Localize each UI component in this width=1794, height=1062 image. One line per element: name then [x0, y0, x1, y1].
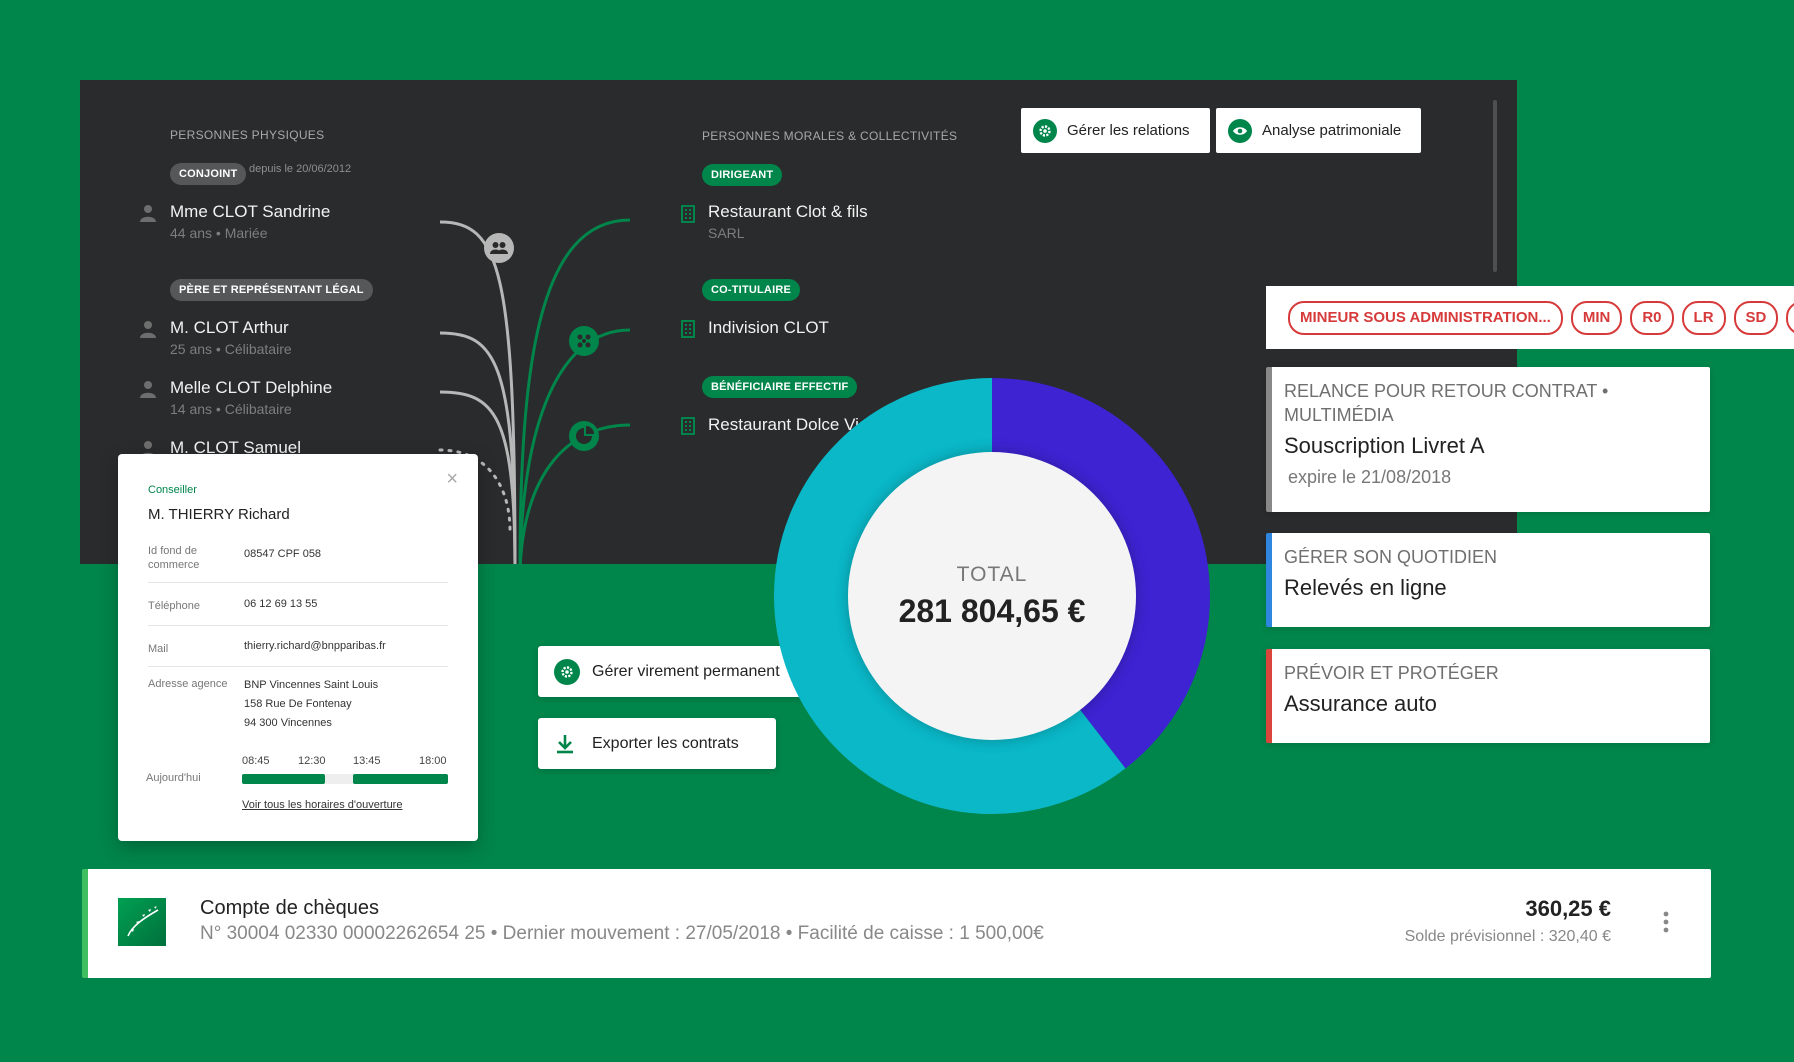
pie-icon	[569, 421, 599, 451]
person-name: M. CLOT Arthur	[170, 318, 289, 337]
note-card[interactable]: PRÉVOIR ET PROTÉGER Assurance auto	[1266, 649, 1710, 743]
fund-value: 08547 CPF 058	[244, 548, 322, 560]
person-details: 25 ans • Célibataire	[170, 341, 292, 357]
advisor-role: Conseiller	[148, 484, 197, 496]
moral-persons-title: PERSONNES MORALES & COLLECTIVITÉS	[702, 129, 958, 143]
more-options-icon[interactable]	[1663, 911, 1669, 933]
morning-slot	[242, 774, 325, 784]
entity-name: Indivision CLOT	[708, 318, 829, 337]
export-contracts-button[interactable]: Exporter les contrats	[538, 718, 776, 769]
person-icon	[140, 321, 156, 338]
building-icon	[681, 417, 695, 435]
entity-details: SARL	[708, 225, 745, 241]
wealth-analysis-label: Analyse patrimoniale	[1262, 122, 1402, 139]
hour-label: 08:45	[242, 755, 270, 767]
account-details: N° 30004 02330 00002262654 25 • Dernier …	[200, 923, 1044, 944]
group-icon	[569, 326, 599, 356]
eye-icon	[1228, 118, 1252, 143]
entity-item[interactable]: Restaurant Clot & fils SARL	[708, 202, 868, 241]
hour-label: 13:45	[353, 755, 381, 767]
donut-total-value: 281 804,65 €	[898, 592, 1086, 629]
note-category: PRÉVOIR ET PROTÉGER	[1284, 663, 1499, 683]
note-category: GÉRER SON QUOTIDIEN	[1284, 547, 1498, 567]
close-icon[interactable]: ×	[446, 468, 458, 491]
address-line: 158 Rue De Fontenay	[244, 698, 352, 710]
phone-row: Téléphone 06 12 69 13 55	[148, 584, 448, 626]
account-name: Compte de chèques	[200, 897, 380, 919]
note-card[interactable]: GÉRER SON QUOTIDIEN Relevés en ligne	[1266, 533, 1710, 627]
address-line: 94 300 Vincennes	[244, 717, 332, 729]
person-name: Mme CLOT Sandrine	[170, 202, 331, 221]
person-icon	[140, 381, 156, 398]
client-tag[interactable]: MIN	[1570, 300, 1623, 335]
account-row[interactable]: Compte de chèques N° 30004 02330 0000226…	[82, 869, 1711, 978]
building-icon	[681, 320, 695, 338]
note-title: Assurance auto	[1284, 691, 1437, 716]
advisor-name: M. THIERRY Richard	[148, 506, 290, 523]
note-title: Souscription Livret A	[1284, 433, 1485, 458]
address-label: Adresse agence	[148, 678, 228, 690]
physical-persons-title: PERSONNES PHYSIQUES	[170, 128, 325, 142]
person-child[interactable]: M. CLOT Arthur 25 ans • Célibataire	[170, 318, 292, 357]
client-tag[interactable]: RI	[1786, 300, 1794, 335]
spouse-badge: CONJOINT	[170, 163, 247, 185]
mail-label: Mail	[148, 643, 169, 655]
client-tag[interactable]: MINEUR SOUS ADMINISTRATION...	[1288, 300, 1563, 335]
manage-transfer-label: Gérer virement permanent	[592, 662, 780, 680]
phone-value[interactable]: 06 12 69 13 55	[244, 595, 317, 614]
fund-row: Id fond de commerce 08547 CPF 058	[148, 542, 448, 583]
person-details: 44 ans • Mariée	[170, 225, 268, 241]
gear-icon	[1033, 118, 1057, 143]
mail-value[interactable]: thierry.richard@bnpparibas.fr	[244, 637, 386, 656]
export-contracts-label: Exporter les contrats	[592, 734, 739, 752]
note-card[interactable]: RELANCE POUR RETOUR CONTRAT • MULTIMÉDIA…	[1266, 367, 1710, 512]
note-category: RELANCE POUR RETOUR CONTRAT • MULTIMÉDIA	[1284, 381, 1609, 425]
gear-icon	[554, 658, 580, 685]
parent-badge: PÈRE ET REPRÉSENTANT LÉGAL	[170, 279, 373, 301]
tags-bar: MINEUR SOUS ADMINISTRATION...MINR0LRSDRI	[1266, 286, 1794, 349]
couple-icon	[484, 233, 514, 263]
person-spouse[interactable]: Mme CLOT Sandrine 44 ans • Mariée	[170, 202, 330, 241]
client-tag[interactable]: SD	[1733, 300, 1779, 335]
entity-item[interactable]: Indivision CLOT	[708, 318, 829, 338]
donut-total-label: TOTAL	[956, 562, 1028, 586]
donut-center: TOTAL 281 804,65 €	[848, 452, 1136, 740]
manage-relations-label: Gérer les relations	[1067, 122, 1190, 139]
panel-scrollbar[interactable]	[1493, 100, 1497, 272]
hour-label: 12:30	[298, 755, 326, 767]
address-value: BNP Vincennes Saint Louis 158 Rue De Fon…	[244, 676, 378, 733]
client-tag[interactable]: R0	[1630, 300, 1674, 335]
person-child[interactable]: Melle CLOT Delphine 14 ans • Célibataire	[170, 378, 332, 417]
address-row: Adresse agence BNP Vincennes Saint Louis…	[148, 668, 448, 738]
note-subtitle: expire le 21/08/2018	[1288, 467, 1452, 487]
entity-name: Restaurant Clot & fils	[708, 202, 868, 221]
spouse-since: depuis le 20/06/2012	[249, 163, 352, 175]
person-icon	[140, 205, 156, 222]
person-name: Melle CLOT Delphine	[170, 378, 333, 397]
note-title: Relevés en ligne	[1284, 575, 1447, 600]
all-hours-link[interactable]: Voir tous les horaires d'ouverture	[242, 799, 402, 811]
manage-relations-button[interactable]: Gérer les relations	[1021, 108, 1210, 153]
entity-badge: DIRIGEANT	[702, 164, 783, 186]
opening-hours-bar	[242, 774, 448, 784]
bank-logo	[118, 898, 166, 946]
account-balance: 360,25 €	[1525, 896, 1611, 921]
person-details: 14 ans • Célibataire	[170, 401, 292, 417]
building-icon	[681, 205, 695, 223]
entity-badge: CO-TITULAIRE	[702, 279, 801, 301]
advisor-card: Conseiller M. THIERRY Richard × Id fond …	[118, 454, 478, 841]
mail-row: Mail thierry.richard@bnpparibas.fr	[148, 627, 448, 667]
phone-label: Téléphone	[148, 600, 200, 612]
address-line: BNP Vincennes Saint Louis	[244, 679, 379, 691]
client-tag[interactable]: LR	[1681, 300, 1726, 335]
afternoon-slot	[353, 774, 448, 784]
today-label: Aujourd'hui	[146, 772, 201, 784]
fund-label: Id fond de commerce	[148, 545, 200, 571]
download-icon	[557, 734, 573, 753]
hour-label: 18:00	[419, 755, 447, 767]
wealth-analysis-button[interactable]: Analyse patrimoniale	[1216, 108, 1422, 153]
account-forecast-balance: Solde prévisionnel : 320,40 €	[1404, 928, 1611, 945]
